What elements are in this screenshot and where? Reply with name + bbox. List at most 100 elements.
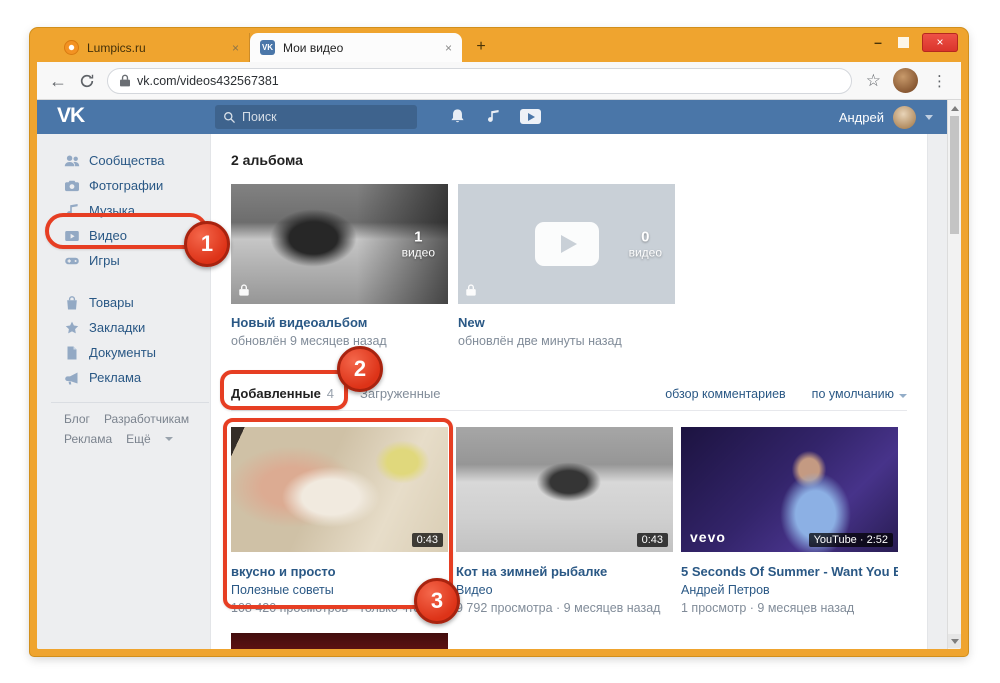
play-button-icon (535, 222, 599, 266)
sidebar-label: Документы (89, 345, 156, 360)
search-placeholder: Поиск (242, 110, 277, 124)
album-video-count-label: видео (629, 246, 662, 260)
video-channel[interactable]: Андрей Петров (681, 583, 898, 597)
url-text: vk.com/videos432567381 (137, 74, 279, 88)
reload-button[interactable] (79, 73, 95, 89)
video-list-tabs: Добавленные4 Загруженные обзор комментар… (231, 386, 907, 411)
comments-overview-link[interactable]: обзор комментариев (665, 387, 785, 401)
vk-logo[interactable]: VK (57, 104, 84, 128)
bookmark-star-icon[interactable]: ☆ (866, 71, 881, 91)
film-icon (64, 228, 80, 244)
sidebar-label: Музыка (89, 203, 135, 218)
video-thumbnail[interactable]: 0:43 (231, 427, 448, 552)
sidebar-item-documents[interactable]: Документы (51, 340, 209, 365)
search-input[interactable]: Поиск (215, 105, 417, 129)
vk-favicon-icon: VK (260, 40, 275, 55)
left-sidebar: Сообщества Фотографии Музыка (51, 148, 209, 452)
album-thumbnail[interactable]: 1 видео (231, 184, 448, 304)
album-item[interactable]: 0 видео New обновлён две минуты назад (458, 184, 675, 348)
scrollbar-thumb[interactable] (950, 116, 959, 234)
album-video-count: 0 (629, 229, 662, 246)
video-thumbnail[interactable]: vevo YouTube · 2:52 (681, 427, 898, 552)
scroll-up-arrow[interactable] (948, 101, 961, 115)
sidebar-item-communities[interactable]: Сообщества (51, 148, 209, 173)
footer-link-more[interactable]: Ещё (126, 432, 151, 446)
video-title[interactable]: вкусно и просто (231, 564, 448, 579)
secure-padlock-icon (120, 74, 130, 87)
album-item[interactable]: 1 видео Новый видеоальбом обновлён 9 мес… (231, 184, 448, 348)
sidebar-label: Сообщества (89, 153, 165, 168)
album-title[interactable]: New (458, 315, 675, 330)
chevron-down-icon (925, 115, 933, 120)
tab-my-videos[interactable]: VK Мои видео × (250, 33, 462, 62)
video-item[interactable]: 0:43 вкусно и просто Полезные советы 108… (231, 427, 448, 615)
album-updated: обновлён 9 месяцев назад (231, 334, 448, 348)
document-icon (64, 345, 80, 361)
lumpics-favicon-icon (64, 40, 79, 55)
private-lock-icon (239, 284, 249, 296)
sidebar-item-music[interactable]: Музыка (51, 198, 209, 223)
sidebar-label: Фотографии (89, 178, 163, 193)
footer-link-ads[interactable]: Реклама (64, 432, 112, 446)
address-bar[interactable]: vk.com/videos432567381 (107, 68, 852, 94)
video-channel[interactable]: Видео (456, 583, 673, 597)
albums-header: 2 альбома (231, 152, 907, 168)
user-menu[interactable]: Андрей (839, 100, 933, 134)
vevo-logo: vevo (690, 529, 726, 545)
tab-close-icon[interactable]: × (232, 41, 239, 55)
video-thumbnail[interactable] (231, 633, 448, 649)
maximize-button[interactable] (898, 37, 909, 48)
browser-menu-icon[interactable]: ⋮ (930, 72, 949, 90)
video-icon[interactable] (520, 109, 541, 124)
camera-icon (64, 178, 80, 194)
video-title[interactable]: 5 Seconds Of Summer - Want You Back (... (681, 564, 898, 579)
videos-page-card: 2 альбома 1 видео (210, 134, 928, 649)
album-updated: обновлён две минуты назад (458, 334, 675, 348)
minimize-button[interactable]: – (871, 33, 885, 52)
back-button[interactable]: ← (49, 72, 67, 90)
sidebar-item-market[interactable]: Товары (51, 290, 209, 315)
sidebar-item-bookmarks[interactable]: Закладки (51, 315, 209, 340)
browser-profile-avatar[interactable] (893, 68, 918, 93)
star-icon (64, 320, 80, 336)
duration-badge: 0:43 (412, 533, 443, 547)
sort-dropdown[interactable]: по умолчанию (812, 387, 907, 401)
tab-added[interactable]: Добавленные4 (231, 386, 334, 401)
sidebar-item-ads[interactable]: Реклама (51, 365, 209, 390)
album-title[interactable]: Новый видеоальбом (231, 315, 448, 330)
videos-grid: 0:43 вкусно и просто Полезные советы 108… (231, 427, 907, 615)
music-icon[interactable] (485, 109, 501, 125)
video-item[interactable]: vevo YouTube · 2:52 5 Seconds Of Summer … (681, 427, 898, 615)
tab-lumpics[interactable]: Lumpics.ru × (54, 33, 250, 62)
sidebar-label: Закладки (89, 320, 145, 335)
footer-link-developers[interactable]: Разработчикам (104, 412, 189, 426)
sidebar-label: Реклама (89, 370, 141, 385)
header-icons (449, 108, 541, 125)
sidebar-item-photos[interactable]: Фотографии (51, 173, 209, 198)
vk-top-bar: VK Поиск (37, 100, 947, 134)
sidebar-footer: Блог Разработчикам Реклама Ещё (51, 402, 209, 446)
user-avatar (893, 106, 916, 129)
album-thumbnail[interactable]: 0 видео (458, 184, 675, 304)
tab-title: Lumpics.ru (87, 41, 224, 55)
video-item[interactable]: 0:43 Кот на зимней рыбалке Видео 9 792 п… (456, 427, 673, 615)
albums-row: 1 видео Новый видеоальбом обновлён 9 мес… (231, 184, 907, 348)
video-thumbnail[interactable]: 0:43 (456, 427, 673, 552)
page-scrollbar[interactable] (947, 100, 961, 649)
sidebar-label: Игры (89, 253, 120, 268)
sidebar-label: Видео (89, 228, 127, 243)
tab-close-icon[interactable]: × (445, 41, 452, 55)
close-window-button[interactable]: × (922, 33, 958, 52)
notifications-bell-icon[interactable] (449, 108, 466, 125)
scroll-down-arrow[interactable] (948, 634, 961, 648)
album-video-count: 1 (402, 229, 435, 246)
search-icon (223, 111, 236, 124)
annotation-step-number: 1 (184, 221, 230, 267)
annotation-step-number: 2 (337, 346, 383, 392)
next-row-partial (231, 633, 907, 649)
footer-link-blog[interactable]: Блог (64, 412, 90, 426)
browser-client-area: ← vk.com/videos432567381 ☆ ⋮ VK (37, 62, 961, 649)
duration-badge: 0:43 (637, 533, 668, 547)
new-tab-button[interactable]: + (468, 34, 494, 60)
video-title[interactable]: Кот на зимней рыбалке (456, 564, 673, 579)
